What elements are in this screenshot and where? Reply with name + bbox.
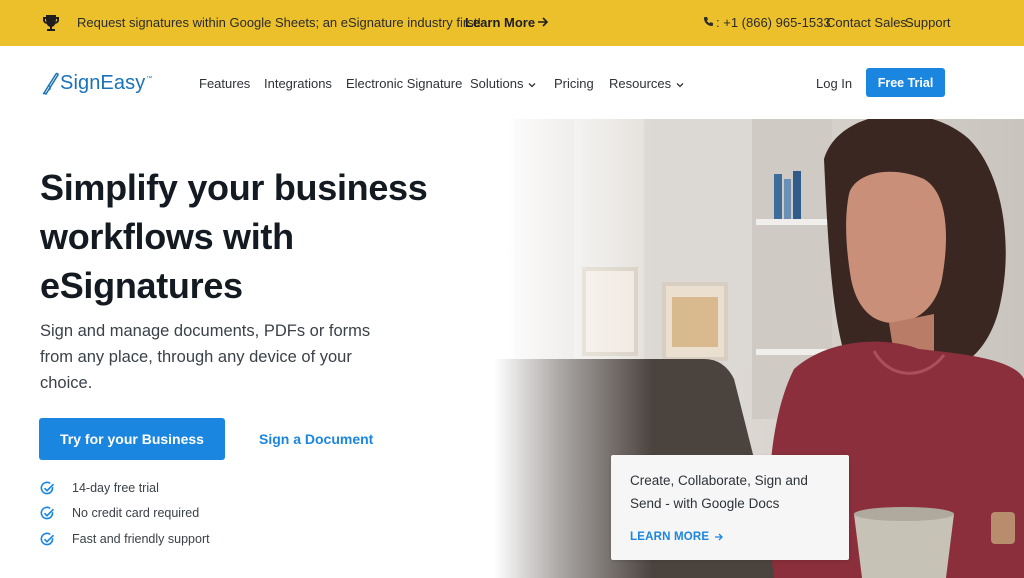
login-link[interactable]: Log In xyxy=(816,76,852,91)
nav-item-integrations[interactable]: Integrations xyxy=(264,76,332,91)
check-circle-icon xyxy=(40,532,55,545)
contact-sales-link[interactable]: Contact Sales xyxy=(826,15,907,30)
promo-card: Create, Collaborate, Sign and Send - wit… xyxy=(611,455,849,560)
feature-label: 14-day free trial xyxy=(72,481,159,495)
free-trial-button[interactable]: Free Trial xyxy=(866,68,945,97)
sign-document-link[interactable]: Sign a Document xyxy=(259,431,373,447)
announcement-learn-more-link[interactable]: Learn More xyxy=(465,15,535,30)
nav-item-features[interactable]: Features xyxy=(199,76,250,91)
chevron-down-icon xyxy=(676,82,684,87)
arrow-right-icon xyxy=(715,533,724,541)
hero-title: Simplify your business workflows with eS… xyxy=(40,167,428,306)
nav-item-pricing[interactable]: Pricing xyxy=(554,76,594,91)
nav-item-label: Integrations xyxy=(264,76,332,91)
check-circle-icon xyxy=(40,506,55,519)
nav-item-label: Features xyxy=(199,76,251,91)
phone-icon xyxy=(704,17,713,26)
try-for-business-button[interactable]: Try for your Business xyxy=(39,418,225,460)
promo-learn-more-label: LEARN MORE xyxy=(630,531,710,543)
feature-label: No credit card required xyxy=(72,506,200,520)
nav-item-label: Resources xyxy=(609,76,672,91)
chevron-down-icon xyxy=(529,82,536,87)
nav-item-label: Electronic Signature xyxy=(346,76,463,91)
phone-number[interactable]: : +1 (866) 965-1533 xyxy=(716,15,831,30)
arrow-right-icon[interactable] xyxy=(537,14,549,30)
check-circle-icon xyxy=(40,481,55,494)
feature-item: No credit card required xyxy=(40,505,199,521)
nav-item-label: Solutions xyxy=(470,76,524,91)
feature-label: Fast and friendly support xyxy=(72,532,210,546)
trophy-icon xyxy=(43,15,59,31)
logo-text: SignEasy xyxy=(60,71,146,94)
promo-card-text: Create, Collaborate, Sign and Send - wit… xyxy=(630,473,808,511)
support-link[interactable]: Support xyxy=(905,15,951,30)
pen-logo-icon xyxy=(42,72,59,95)
feature-item: Fast and friendly support xyxy=(40,531,210,547)
nav-item-solutions[interactable]: Solutions xyxy=(470,76,536,91)
logo[interactable]: SignEasy ™ xyxy=(41,70,152,96)
feature-item: 14-day free trial xyxy=(40,480,159,496)
main-nav: SignEasy ™ Features Integrations Electro… xyxy=(0,46,1024,119)
announcement-bar: Request signatures within Google Sheets;… xyxy=(0,0,1024,46)
nav-item-electronic-signature[interactable]: Electronic Signature xyxy=(346,76,462,91)
nav-item-resources[interactable]: Resources xyxy=(609,76,684,91)
promo-learn-more-link[interactable]: LEARN MORE xyxy=(630,531,724,543)
nav-item-label: Pricing xyxy=(554,76,594,91)
hero-subtitle: Sign and manage documents, PDFs or forms… xyxy=(40,322,371,392)
logo-trademark: ™ xyxy=(146,76,153,82)
announcement-text: Request signatures within Google Sheets;… xyxy=(77,15,481,30)
